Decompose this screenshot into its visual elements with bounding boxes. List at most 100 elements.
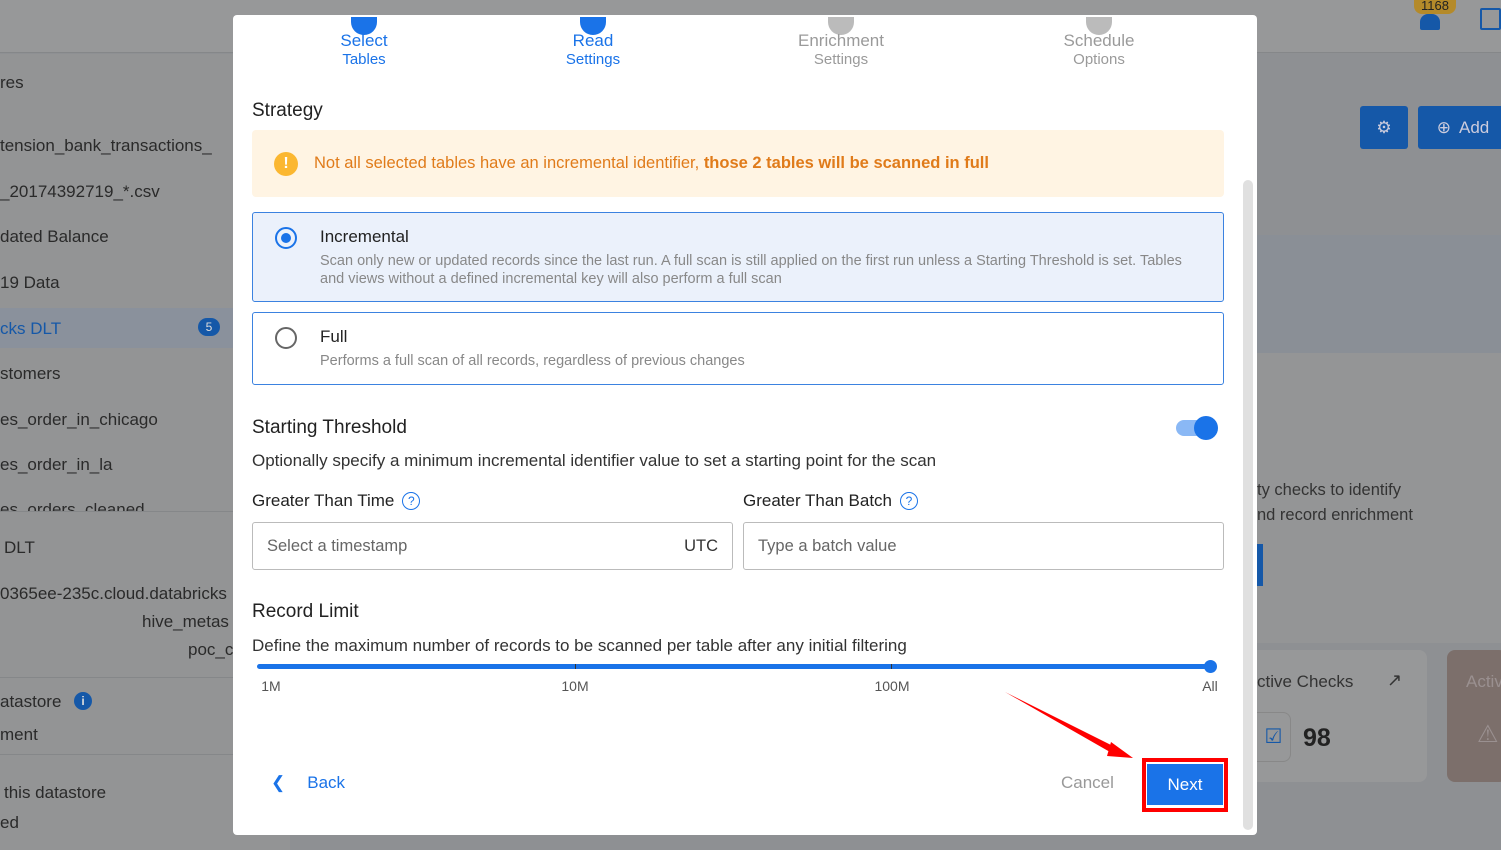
warning-icon: ⚠ xyxy=(1477,721,1499,748)
alert-message: Not all selected tables have an incremen… xyxy=(314,154,989,173)
add-button[interactable]: ⊕ Add xyxy=(1418,106,1501,149)
slider-label: 10M xyxy=(561,678,589,694)
chevron-left-icon: ❮ xyxy=(271,773,286,792)
sidebar-item[interactable]: stomers xyxy=(0,364,60,384)
intro-line: nd record enrichment xyxy=(1257,506,1413,524)
step-select-tables[interactable]: Select Tables xyxy=(340,31,387,68)
cancel-button[interactable]: Cancel xyxy=(1061,773,1114,793)
help-icon[interactable]: ? xyxy=(900,492,918,510)
sidebar-item[interactable]: es_order_in_la xyxy=(0,455,112,475)
detail-text: DLT xyxy=(4,538,35,557)
step-subtitle: Options xyxy=(1073,51,1125,68)
next-button[interactable]: Next xyxy=(1147,764,1223,805)
strategy-heading: Strategy xyxy=(252,100,323,121)
detail-text: hive_metas xyxy=(142,612,229,631)
detail-text: poc_c xyxy=(188,640,234,659)
intro-button-edge[interactable] xyxy=(1257,544,1263,586)
bell-icon[interactable] xyxy=(1420,14,1440,30)
intro-text: ty checks to identify nd record enrichmen… xyxy=(1257,478,1413,528)
step-subtitle: Tables xyxy=(342,51,386,68)
option-title: Incremental xyxy=(320,227,409,246)
active-checks-card[interactable]: ctive Checks ↗ ☑ 98 xyxy=(1257,650,1427,782)
checks-icon: ☑ xyxy=(1257,712,1291,762)
slider-label: All xyxy=(1202,678,1218,694)
card-label: ctive Checks xyxy=(1257,672,1354,691)
step-title: Read xyxy=(572,31,614,50)
full-option[interactable]: Full Performs a full scan of all records… xyxy=(252,312,1224,385)
timestamp-input[interactable]: Select a timestamp UTC xyxy=(252,522,733,570)
batch-placeholder: Type a batch value xyxy=(758,536,897,555)
step-title: Schedule xyxy=(1063,31,1135,50)
slider-label: 100M xyxy=(874,678,910,694)
sidebar-item[interactable]: dated Balance xyxy=(0,227,109,247)
menu-list-icon[interactable] xyxy=(1480,8,1501,30)
detail-text: ed xyxy=(0,813,19,832)
alert-text: Not all selected tables have an incremen… xyxy=(314,154,704,172)
record-limit-slider-thumb[interactable] xyxy=(1204,660,1217,673)
starting-threshold-toggle[interactable] xyxy=(1176,416,1218,440)
settings-button[interactable]: ⚙ xyxy=(1360,106,1408,149)
full-radio[interactable] xyxy=(275,327,297,349)
threshold-description: Optionally specify a minimum incremental… xyxy=(252,451,937,470)
sidebar-item[interactable]: 19 Data xyxy=(0,273,60,293)
time-label-text: Greater Than Time xyxy=(252,491,395,510)
option-title: Full xyxy=(320,327,348,346)
warning-alert: ! Not all selected tables have an increm… xyxy=(252,130,1224,197)
back-button[interactable]: ❮ Back xyxy=(271,773,345,793)
step-subtitle: Settings xyxy=(813,51,869,68)
arrow-up-right-icon[interactable]: ↗ xyxy=(1387,670,1402,691)
sidebar-item[interactable]: es_orders_cleaned xyxy=(0,500,145,511)
batch-label: Greater Than Batch? xyxy=(743,491,918,511)
step-enrichment-settings[interactable]: Enrichment Settings xyxy=(798,31,884,68)
record-limit-heading: Record Limit xyxy=(252,601,359,622)
time-label: Greater Than Time? xyxy=(252,491,421,511)
exclamation-icon: ! xyxy=(274,151,298,176)
detail-text: ment xyxy=(0,725,38,744)
divider xyxy=(0,677,240,678)
incremental-option[interactable]: Incremental Scan only new or updated rec… xyxy=(252,212,1224,302)
plus-circle-icon: ⊕ xyxy=(1436,117,1451,137)
detail-text: 0365ee-235c.cloud.databricks xyxy=(0,584,227,603)
step-subtitle: Settings xyxy=(565,51,621,68)
intro-line: ty checks to identify xyxy=(1257,481,1401,499)
header-panel xyxy=(1257,235,1501,353)
scrollbar[interactable] xyxy=(1243,180,1253,830)
slider-tick xyxy=(891,664,892,669)
annotation-arrow xyxy=(1005,692,1133,758)
step-title: Select xyxy=(340,31,388,50)
record-limit-slider-track[interactable] xyxy=(257,664,1210,669)
alert-bold-text: those 2 tables will be scanned in full xyxy=(703,154,989,172)
option-description: Performs a full scan of all records, reg… xyxy=(320,353,745,369)
sidebar-item[interactable]: tension_bank_transactions_ xyxy=(0,136,212,156)
detail-text: atastore xyxy=(0,692,62,711)
step-schedule-options[interactable]: Schedule Options xyxy=(1064,31,1135,68)
card-label: Activ xyxy=(1466,672,1501,691)
batch-label-text: Greater Than Batch xyxy=(743,491,892,510)
divider xyxy=(0,754,240,755)
detail-text: this datastore xyxy=(4,783,107,802)
slider-tick xyxy=(575,664,576,669)
option-description: Scan only new or updated records since t… xyxy=(320,253,1182,287)
read-settings-dialog: Select Tables Read Settings Enrichment Sett… xyxy=(233,15,1257,835)
step-title: Enrichment xyxy=(798,31,884,50)
gear-icon: ⚙ xyxy=(1376,117,1392,137)
help-icon[interactable]: ? xyxy=(402,492,421,510)
utc-label: UTC xyxy=(684,536,718,555)
timestamp-placeholder: Select a timestamp xyxy=(267,536,408,555)
notification-badge[interactable]: 1168 xyxy=(1414,0,1456,14)
sidebar-item[interactable]: es_order_in_chicago xyxy=(0,410,158,430)
sidebar-item[interactable]: _20174392719_*.csv xyxy=(0,182,160,202)
info-icon[interactable]: i xyxy=(74,692,92,710)
sidebar-item-selected[interactable]: cks DLT xyxy=(0,319,61,339)
incremental-radio[interactable] xyxy=(275,227,297,249)
divider xyxy=(0,511,240,512)
step-read-settings[interactable]: Read Settings xyxy=(566,31,620,68)
batch-input[interactable]: Type a batch value xyxy=(743,522,1224,570)
starting-threshold-heading: Starting Threshold xyxy=(252,417,407,438)
slider-label: 1M xyxy=(261,678,281,694)
stepper: Select Tables Read Settings Enrichment Sett… xyxy=(233,17,1257,91)
record-limit-description: Define the maximum number of records to … xyxy=(252,636,907,655)
sidebar-item[interactable]: res xyxy=(0,73,24,93)
back-label: Back xyxy=(307,773,346,792)
anomalies-card[interactable]: Activ ⚠ xyxy=(1447,650,1501,782)
